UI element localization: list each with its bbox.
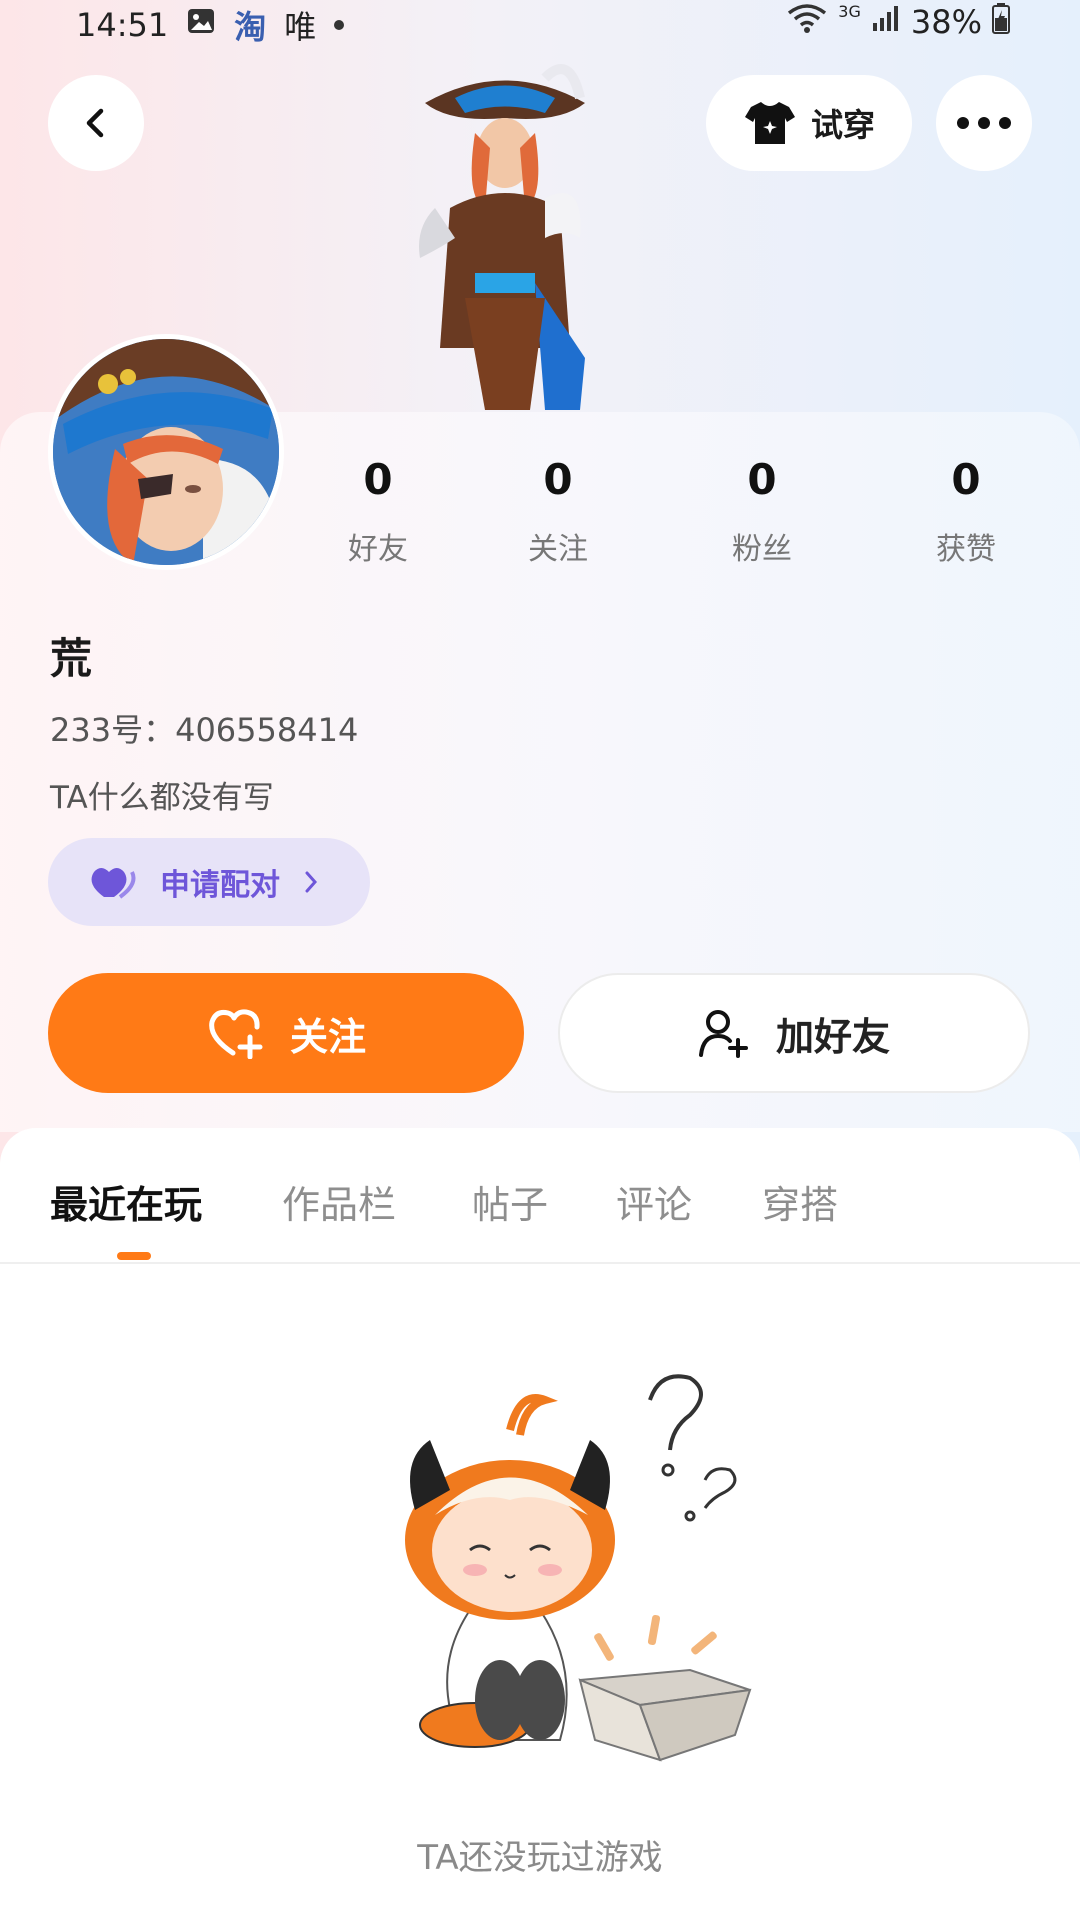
stat-label: 好友 [348,532,408,567]
more-horizontal-icon [957,117,1011,129]
profile-bio: TA什么都没有写 [50,780,274,816]
stat-label: 关注 [528,532,588,567]
tab-posts[interactable]: 帖子 [472,1174,548,1229]
stat-fans[interactable]: 0 粉丝 [692,455,832,568]
stat-value: 0 [747,455,777,504]
add-friend-label: 加好友 [775,1014,890,1059]
character-avatar-figure [419,64,585,410]
tab-comments[interactable]: 评论 [616,1174,692,1229]
follow-label: 关注 [289,1014,366,1059]
try-on-label: 试穿 [810,106,875,144]
battery-icon [992,2,1010,42]
follow-button[interactable]: 关注 [48,973,524,1093]
request-pair-button[interactable]: 申请配对 [48,838,370,926]
wifi-icon [786,2,828,42]
chevron-left-icon [86,108,104,138]
signal-icon [871,3,901,41]
profile-name: 荒 [50,634,93,683]
tab-indicator [117,1252,151,1260]
profile-uid[interactable]: 233号：406558414 [50,705,358,751]
stat-label: 获赞 [936,532,996,567]
tab-bar: 最近在玩 作品栏 帖子 评论 穿搭 [0,1128,1080,1262]
battery-percent: 38% [910,3,982,41]
stat-likes[interactable]: 0 获赞 [896,455,1036,568]
stat-following[interactable]: 0 关注 [488,455,628,568]
shirt-icon [744,102,795,144]
image-icon [186,6,216,44]
request-pair-label: 申请配对 [160,868,280,903]
add-friend-button[interactable]: 加好友 [558,973,1030,1093]
tab-outfits[interactable]: 穿搭 [762,1174,838,1229]
tab-recently-played[interactable]: 最近在玩 [50,1174,202,1229]
add-user-icon [698,1010,748,1058]
chevron-right-icon [305,871,318,893]
heart-icon [91,868,136,899]
divider [0,1262,1080,1264]
vip-icon: 唯 [284,8,317,46]
notification-dot-icon [334,20,345,30]
stat-label: 粉丝 [732,532,792,567]
status-bar: 14:51 淘 唯 3G 38% [0,0,1080,50]
back-button[interactable] [48,75,144,171]
more-button[interactable] [936,75,1032,171]
heart-plus-icon [209,1009,263,1059]
empty-state-illustration [405,1374,752,1762]
avatar[interactable] [48,334,284,570]
try-on-button[interactable]: 试穿 [706,75,912,171]
stat-value: 0 [951,455,981,504]
network-type: 3G [838,2,861,21]
tab-works[interactable]: 作品栏 [282,1174,396,1229]
taobao-icon: 淘 [234,8,267,46]
stat-value: 0 [363,455,393,504]
empty-state-text: TA还没玩过游戏 [417,1838,663,1878]
stat-value: 0 [543,455,573,504]
clock: 14:51 [76,6,169,44]
stat-friends[interactable]: 0 好友 [308,455,448,568]
